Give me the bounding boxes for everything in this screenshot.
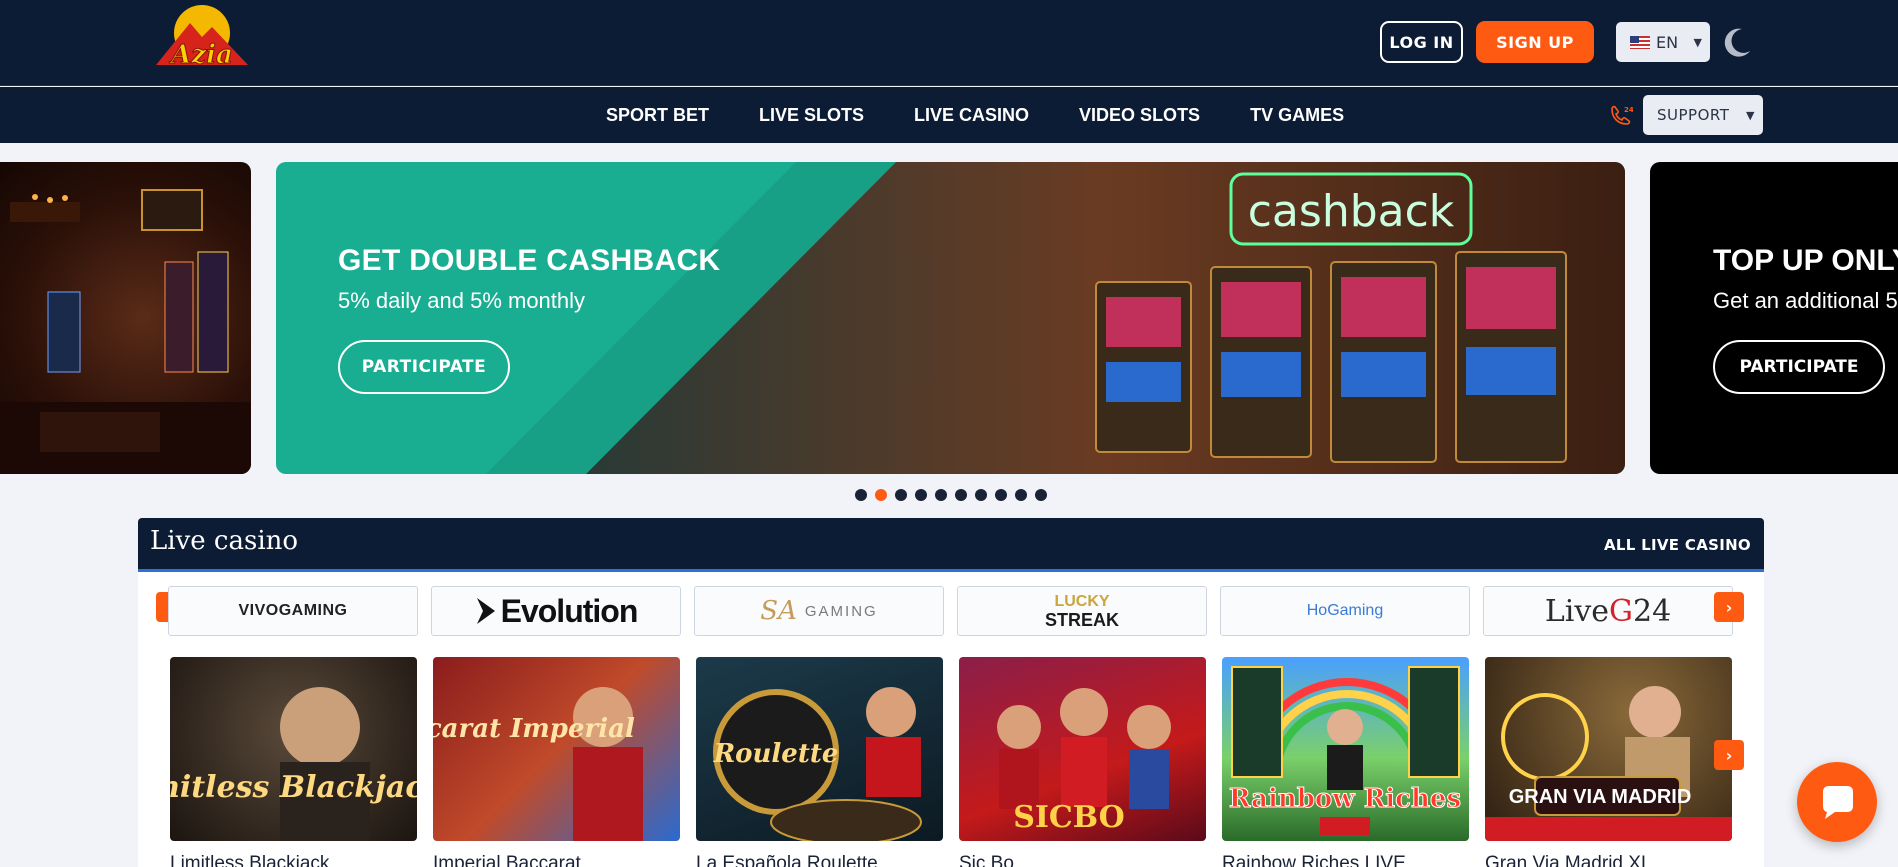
slide-subtitle: Get an additional 5 (1713, 288, 1898, 313)
imperial-baccarat-thumbnail: Baccarat Imperial (433, 687, 643, 841)
gran-via-madrid-thumbnail: GRAN VIA MADRID (1485, 686, 1732, 841)
provider-lucky-streak[interactable]: LUCKY STREAK (957, 586, 1207, 636)
game-title[interactable]: La Española Roulette (696, 853, 878, 867)
game-card-imperial-baccarat[interactable]: Baccarat Imperial (433, 657, 680, 841)
signup-button[interactable]: SIGN UP (1476, 21, 1594, 63)
moon-icon[interactable] (1720, 25, 1754, 59)
carousel-dot[interactable] (955, 489, 967, 501)
login-button[interactable]: LOG IN (1380, 21, 1463, 63)
phone-24-icon[interactable]: 24 (1607, 103, 1633, 129)
carousel-pagination (855, 489, 1047, 501)
chevron-right-icon[interactable]: › (1714, 592, 1744, 622)
carousel-dot[interactable] (1035, 489, 1047, 501)
game-title[interactable]: Gran Via Madrid XL (1485, 853, 1652, 867)
carousel-dot[interactable] (895, 489, 907, 501)
nav-item-sport-bet[interactable]: SPORT BET (606, 105, 709, 126)
nav-item-video-slots[interactable]: VIDEO SLOTS (1079, 105, 1200, 126)
support-label: SUPPORT (1657, 106, 1730, 124)
us-flag-icon (1630, 35, 1650, 49)
chat-bubble-icon[interactable] (1797, 762, 1877, 842)
nav-item-live-casino[interactable]: LIVE CASINO (914, 105, 1029, 126)
carousel-slide-cashback[interactable]: cashback GET DOUBLE CASHBACK 5% daily an… (276, 162, 1625, 474)
chevron-right-icon[interactable]: › (1714, 740, 1744, 770)
chevron-down-icon: ▼ (1746, 108, 1755, 122)
game-title[interactable]: Sic Bo (959, 853, 1014, 867)
svg-text:Limitless Blackjack: Limitless Blackjack (170, 770, 417, 805)
evolution-logo-icon (476, 598, 495, 624)
game-title[interactable]: Rainbow Riches LIVE (1222, 853, 1406, 867)
provider-liveg24[interactable]: LiveG24 (1483, 586, 1733, 636)
slide-subtitle: 5% daily and 5% monthly (338, 288, 586, 313)
support-select[interactable]: SUPPORT ▼ (1643, 95, 1763, 135)
nav-item-live-slots[interactable]: LIVE SLOTS (759, 105, 864, 126)
game-title[interactable]: Imperial Baccarat (433, 853, 581, 867)
language-select[interactable]: EN ▼ (1616, 22, 1710, 62)
game-card-gran-via-madrid-xl[interactable]: GRAN VIA MADRID (1485, 657, 1732, 841)
svg-text:Rainbow Riches: Rainbow Riches (1229, 784, 1461, 814)
live-casino-section: Live casino ALL LIVE CASINO ‹ VIVOGAMING… (138, 518, 1764, 867)
carousel-dot[interactable] (915, 489, 927, 501)
game-card-la-espanola-roulette[interactable]: Roulette (696, 657, 943, 841)
cashback-slot-machines-image: cashback (486, 162, 1625, 474)
provider-hogaming[interactable]: HoGaming (1220, 586, 1470, 636)
participate-button[interactable]: PARTICIPATE (1713, 340, 1885, 394)
carousel-dot[interactable] (1015, 489, 1027, 501)
svg-text:Baccarat Imperial: Baccarat Imperial (433, 714, 635, 744)
nav-item-tv-games[interactable]: TV GAMES (1250, 105, 1344, 126)
top-header: Azia LOG IN SIGN UP EN ▼ (0, 0, 1898, 86)
la-espanola-roulette-thumbnail: Roulette (713, 687, 922, 841)
carousel-dot[interactable] (975, 489, 987, 501)
svg-text:cashback: cashback (1248, 186, 1455, 237)
rainbow-riches-thumbnail: Rainbow Riches (1228, 666, 1462, 835)
game-card-rainbow-riches-live[interactable]: Rainbow Riches (1222, 657, 1469, 841)
limitless-blackjack-thumbnail: Limitless Blackjack (170, 687, 417, 841)
provider-sa-gaming[interactable]: SA GAMING (694, 586, 944, 636)
carousel-dot[interactable] (855, 489, 867, 501)
carousel-slide-previous[interactable] (0, 162, 251, 474)
casino-interior-image (0, 189, 251, 474)
slide-title: TOP UP ONLY (1713, 244, 1898, 277)
chevron-down-icon: ▼ (1693, 35, 1702, 49)
nav-menu: SPORT BET LIVE SLOTS LIVE CASINO VIDEO S… (606, 87, 1394, 143)
provider-vivogaming[interactable]: VIVOGAMING (168, 586, 418, 636)
svg-text:GRAN VIA MADRID: GRAN VIA MADRID (1509, 786, 1692, 808)
section-header: Live casino ALL LIVE CASINO (138, 518, 1764, 572)
slide-title: GET DOUBLE CASHBACK (338, 244, 721, 277)
azia-logo[interactable]: Azia (152, 3, 252, 77)
carousel-dot[interactable] (995, 489, 1007, 501)
provider-evolution[interactable]: Evolution (431, 586, 681, 636)
all-live-casino-link[interactable]: ALL LIVE CASINO (1604, 536, 1751, 554)
game-card-sic-bo[interactable]: SICBO (959, 657, 1206, 841)
svg-text:Azia: Azia (168, 40, 233, 70)
svg-text:SICBO: SICBO (1013, 800, 1125, 835)
sic-bo-thumbnail: SICBO (997, 688, 1171, 835)
carousel-dot[interactable] (935, 489, 947, 501)
carousel-dot-active[interactable] (875, 489, 887, 501)
svg-text:24: 24 (1624, 106, 1633, 114)
main-navbar: SPORT BET LIVE SLOTS LIVE CASINO VIDEO S… (0, 87, 1898, 143)
game-card-limitless-blackjack[interactable]: Limitless Blackjack (170, 657, 417, 841)
participate-button[interactable]: PARTICIPATE (338, 340, 510, 394)
language-value: EN (1656, 32, 1679, 52)
svg-text:Roulette: Roulette (713, 739, 839, 769)
game-title[interactable]: Limitless Blackjack (170, 853, 329, 867)
carousel-slide-next[interactable]: TOP UP ONLY Get an additional 5 PARTICIP… (1650, 162, 1898, 474)
section-title: Live casino (150, 526, 299, 556)
